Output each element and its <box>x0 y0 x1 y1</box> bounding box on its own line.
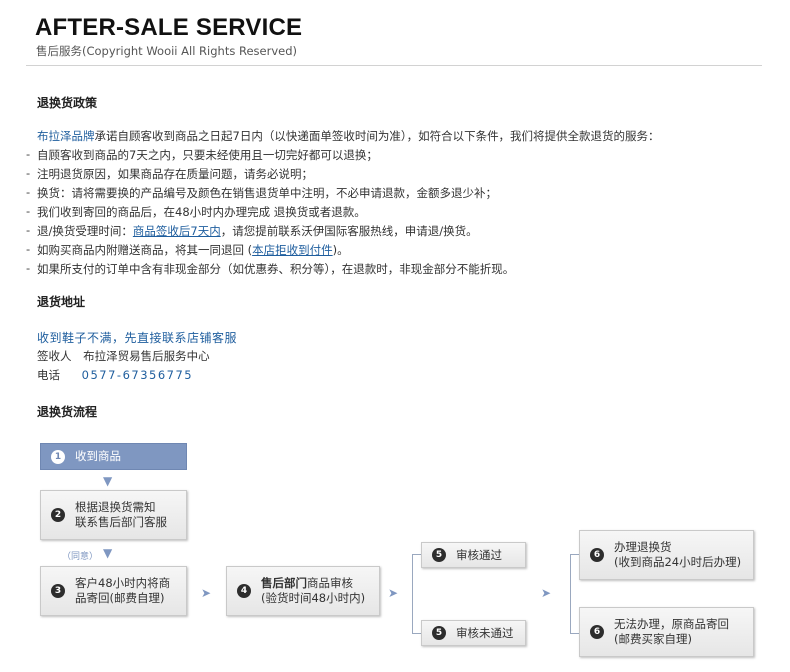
step-1-label: 收到商品 <box>75 449 121 463</box>
arrow-right-icon: ➤ <box>541 586 552 600</box>
branch-connector <box>570 554 579 555</box>
step-4-line2: (验货时间48小时内) <box>261 591 366 605</box>
step-6-process-line1: 办理退换货 <box>614 540 672 554</box>
phone-label: 电话 <box>37 368 60 382</box>
step-number-badge: 5 <box>432 626 446 640</box>
contact-notice: 收到鞋子不满，先直接联系店铺客服 <box>37 331 238 345</box>
list-item-text: 注明退货原因，如果商品存在质量问题，请务必说明； <box>37 167 313 181</box>
list-item-text: 退/换货受理时间： <box>37 224 133 238</box>
list-item: - 我们收到寄回的商品后，在48小时内办理完成 退换货或者退款。 <box>26 204 366 219</box>
list-item-text: 换货：请将需要换的产品编号及颜色在销售退货单中注明，不必申请退款，金额多退少补； <box>37 186 497 200</box>
list-item-text: ，请您提前联系沃伊国际客服热线，申请退/换货。 <box>220 224 478 238</box>
phone-value: 0577-67356775 <box>81 368 194 382</box>
list-item: - 注明退货原因，如果商品存在质量问题，请务必说明； <box>26 166 313 181</box>
step-1-box: 1 收到商品 <box>40 443 187 470</box>
arrow-right-icon: ➤ <box>388 586 399 600</box>
step-number-badge: 2 <box>51 508 65 522</box>
branch-connector <box>412 554 413 634</box>
address-heading: 退货地址 <box>37 295 86 309</box>
no-cod-link[interactable]: 本店拒收到付件 <box>252 243 333 257</box>
policy-heading: 退换货政策 <box>37 96 98 110</box>
branch-connector <box>412 633 421 634</box>
step-6-return-box: 6 无法办理，原商品寄回 (邮费买家自理) <box>579 607 754 657</box>
return-window-link[interactable]: 商品签收后7天内 <box>133 224 221 238</box>
step-6-return-line2: (邮费买家自理) <box>614 632 692 646</box>
list-item: - 自顾客收到商品的7天之内，只要未经使用且一切完好都可以退换； <box>26 147 378 162</box>
step-6-process-box: 6 办理退换货 (收到商品24小时后办理) <box>579 530 754 580</box>
list-item-text: )。 <box>332 243 349 257</box>
policy-intro: 布拉泽品牌承诺自顾客收到商品之日起7日内（以快递面单签收时间为准），如符合以下条… <box>37 128 660 144</box>
arrow-right-icon: ➤ <box>201 586 212 600</box>
phone-row: 电话 0577-67356775 <box>37 367 193 383</box>
page-subtitle: 售后服务(Copyright Wooii All Rights Reserved… <box>36 44 298 58</box>
step-2-line1: 根据退换货需知 <box>75 500 156 514</box>
list-item-text: 自顾客收到商品的7天之内，只要未经使用且一切完好都可以退换； <box>37 148 378 162</box>
page-title: AFTER-SALE SERVICE <box>35 14 303 41</box>
step-4-line1: 商品审核 <box>307 576 353 590</box>
arrow-down-icon: ▼ <box>103 546 113 560</box>
step-4-bold: 售后部门 <box>261 576 307 590</box>
step-number-badge: 3 <box>51 584 65 598</box>
step-number-badge: 5 <box>432 548 446 562</box>
branch-connector <box>570 633 579 634</box>
step-3-line1: 客户48小时内将商 <box>75 576 171 590</box>
step-3-line2: 品寄回(邮费自理) <box>75 591 165 605</box>
receiver-value: 布拉泽贸易售后服务中心 <box>83 349 210 363</box>
step-2-box: 2 根据退换货需知 联系售后部门客服 <box>40 490 187 540</box>
branch-connector <box>570 554 571 634</box>
step-number-badge: 6 <box>590 625 604 639</box>
step-6-return-line1: 无法办理，原商品寄回 <box>614 617 729 631</box>
agree-label: （同意） <box>62 552 99 562</box>
step-4-box: 4 售后部门商品审核 (验货时间48小时内) <box>226 566 380 616</box>
step-5-rejected-box: 5 审核未通过 <box>421 620 526 646</box>
step-6-process-line2: (收到商品24小时后办理) <box>614 555 742 569</box>
list-item: - 如果所支付的订单中含有非现金部分（如优惠券、积分等），在退款时，非现金部分不能… <box>26 261 515 276</box>
branch-connector <box>412 554 421 555</box>
step-number-badge: 1 <box>51 449 65 464</box>
step-5-approved-label: 审核通过 <box>456 547 502 562</box>
list-item: - 退/换货受理时间：商品签收后7天内，请您提前联系沃伊国际客服热线，申请退/换货… <box>26 223 478 238</box>
brand-name: 布拉泽品牌 <box>37 129 95 143</box>
list-item-text: 我们收到寄回的商品后，在48小时内办理完成 退换货或者退款。 <box>37 205 366 219</box>
arrow-down-icon: ▼ <box>103 474 113 488</box>
step-5-approved-box: 5 审核通过 <box>421 542 526 568</box>
step-number-badge: 4 <box>237 584 251 598</box>
policy-list: - 自顾客收到商品的7天之内，只要未经使用且一切完好都可以退换； - 注明退货原因，… <box>0 147 790 280</box>
list-item-text: 如购买商品内附赠送商品，将其一同退回 ( <box>37 243 253 257</box>
step-3-box: 3 客户48小时内将商 品寄回(邮费自理) <box>40 566 187 616</box>
flow-heading: 退换货流程 <box>37 405 98 419</box>
step-2-line2: 联系售后部门客服 <box>75 515 167 529</box>
list-item-text: 如果所支付的订单中含有非现金部分（如优惠券、积分等），在退款时，非现金部分不能折… <box>37 262 515 276</box>
header-divider <box>26 65 762 66</box>
receiver-row: 签收人 布拉泽贸易售后服务中心 <box>37 348 210 364</box>
step-5-rejected-label: 审核未通过 <box>456 625 514 640</box>
list-item: - 如购买商品内附赠送商品，将其一同退回 (本店拒收到付件)。 <box>26 242 349 257</box>
step-number-badge: 6 <box>590 548 604 562</box>
list-item: - 换货：请将需要换的产品编号及颜色在销售退货单中注明，不必申请退款，金额多退少补… <box>26 185 497 200</box>
receiver-label: 签收人 <box>37 349 72 363</box>
policy-intro-text: 承诺自顾客收到商品之日起7日内（以快递面单签收时间为准），如符合以下条件，我们将… <box>94 129 660 143</box>
